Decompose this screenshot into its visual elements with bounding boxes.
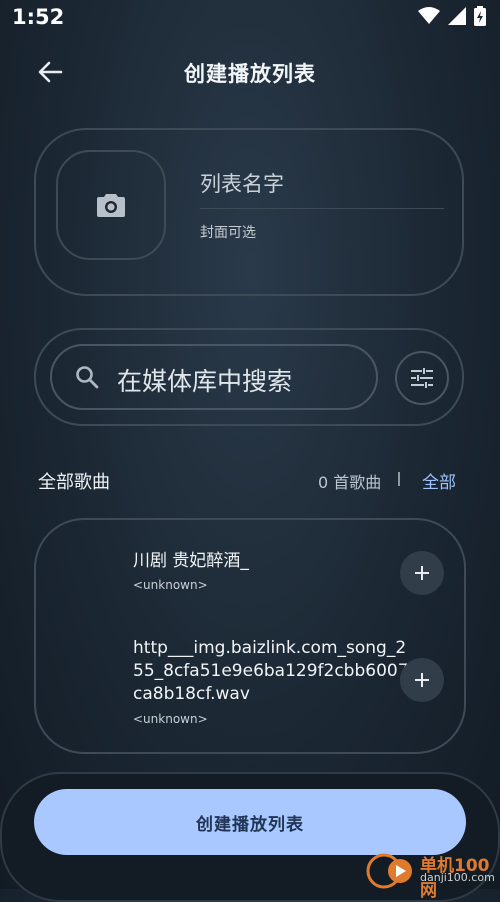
cover-picker-button[interactable] — [56, 150, 166, 260]
battery-icon — [474, 6, 486, 26]
playlist-name-field[interactable]: 列表名字 — [200, 168, 284, 198]
song-title-line: ca8b18cf.wav — [133, 684, 250, 704]
filter-button[interactable] — [395, 351, 449, 405]
wifi-icon — [418, 7, 440, 24]
add-song-button[interactable] — [400, 551, 444, 595]
add-song-button[interactable] — [400, 658, 444, 702]
name-field-underline — [200, 208, 444, 209]
list-item[interactable]: 川剧 贵妃醉酒_ <unknown> — [133, 550, 249, 592]
status-icons — [418, 6, 486, 26]
create-playlist-button[interactable]: 创建播放列表 — [34, 789, 466, 855]
song-title-line: http___img.baizlink.com_song_2 — [133, 638, 407, 658]
search-placeholder: 在媒体库中搜索 — [117, 367, 293, 396]
song-artist: <unknown> — [133, 712, 208, 726]
song-title-line: 55_8cfa51e9e6ba129f2cbb6007 — [133, 661, 409, 681]
song-title: 川剧 贵妃醉酒_ — [133, 551, 249, 571]
watermark-url: danji100.com — [420, 871, 495, 884]
create-playlist-label: 创建播放列表 — [196, 814, 304, 835]
status-bar: 1:52 — [0, 0, 500, 36]
selected-song-count: 0 首歌曲 — [318, 473, 382, 492]
signal-icon — [448, 7, 466, 25]
camera-icon — [97, 194, 125, 217]
select-all-link[interactable]: 全部 — [422, 468, 456, 493]
filter-icon — [411, 368, 433, 388]
cover-optional-hint: 封面可选 — [200, 225, 256, 241]
all-songs-label: 全部歌曲 — [38, 472, 110, 493]
search-icon — [76, 366, 99, 389]
page-title: 创建播放列表 — [184, 62, 316, 86]
status-time: 1:52 — [12, 5, 65, 29]
watermark-logo-icon — [366, 853, 412, 889]
song-artist: <unknown> — [133, 578, 208, 592]
plus-icon — [415, 673, 429, 687]
count-separator — [398, 472, 400, 486]
plus-icon — [415, 566, 429, 580]
list-item[interactable]: http___img.baizlink.com_song_2 55_8cfa51… — [133, 637, 409, 726]
